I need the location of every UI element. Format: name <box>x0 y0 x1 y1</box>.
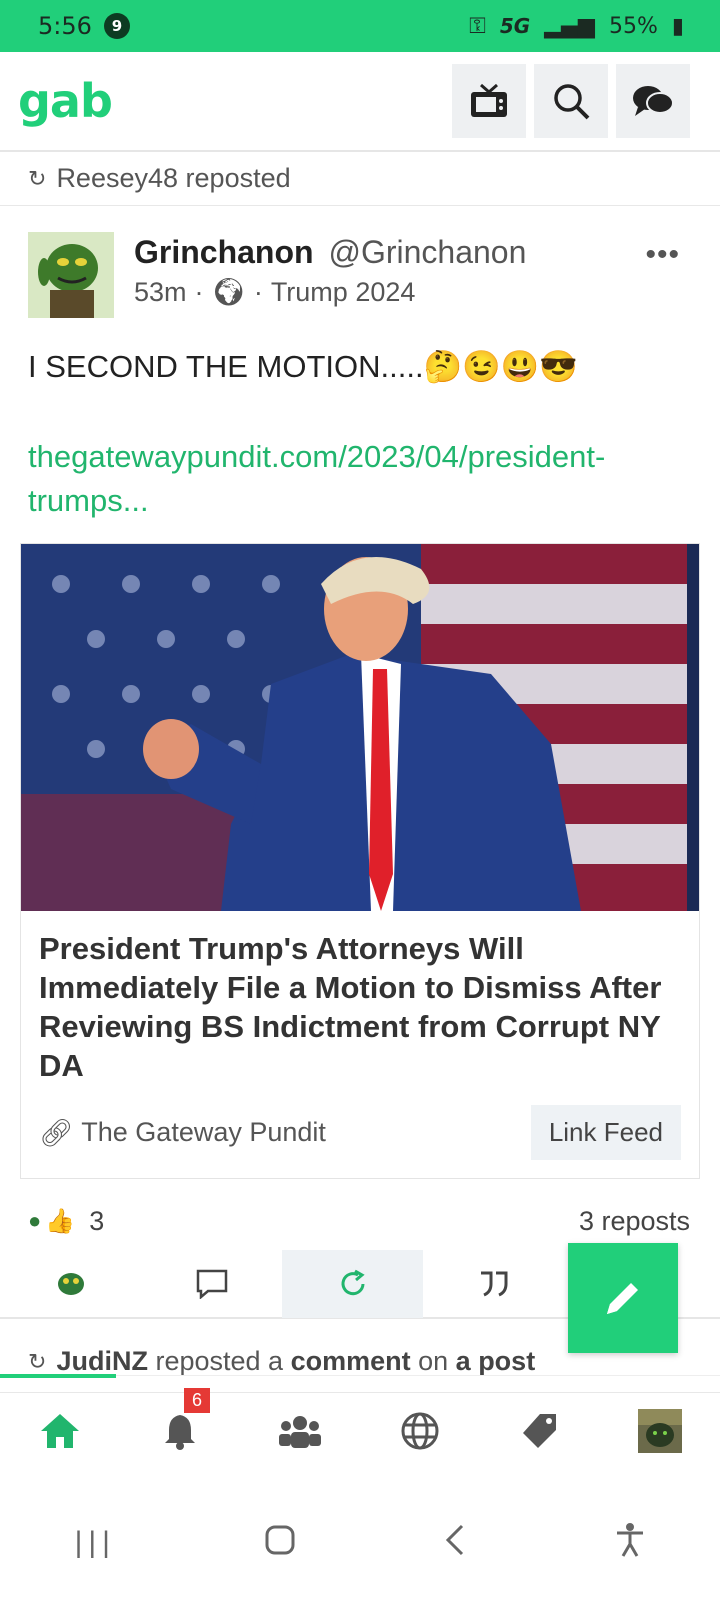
flag-photo-image <box>21 544 687 911</box>
nav-profile[interactable] <box>600 1376 720 1485</box>
group-name[interactable]: Trump 2024 <box>271 277 416 308</box>
separator-dot: · <box>253 276 263 307</box>
separator-dot: · <box>194 276 204 307</box>
user-handle[interactable]: @Grinchanon <box>328 234 526 270</box>
repost-user-2[interactable]: JudiNZ <box>56 1346 148 1377</box>
back-icon[interactable] <box>444 1524 466 1561</box>
tv-button[interactable] <box>452 64 526 138</box>
profile-avatar-image <box>638 1408 682 1453</box>
battery-label: 55% <box>608 13 658 39</box>
avatar[interactable] <box>28 232 114 318</box>
quote-icon <box>480 1271 507 1297</box>
link-preview-card[interactable]: President Trump's Attorneys Will Immedia… <box>20 543 700 1179</box>
repost-text: on <box>418 1346 449 1376</box>
post-link-2[interactable]: a post <box>456 1346 536 1377</box>
repost-icon: ↻ <box>28 165 47 191</box>
repost-user[interactable]: Reesey48 <box>56 163 178 194</box>
reactions-summary[interactable]: ● 👍 3 <box>28 1206 104 1237</box>
globe-icon: 🌍︎ <box>211 277 246 307</box>
quote-button[interactable] <box>423 1250 564 1318</box>
notifications-badge: 6 <box>184 1388 211 1413</box>
accessibility-icon[interactable] <box>615 1522 645 1563</box>
more-options-icon[interactable]: ••• <box>645 238 680 272</box>
home-icon <box>41 1413 79 1448</box>
key-icon: ⚿ <box>469 13 486 39</box>
chat-icon <box>633 86 674 116</box>
chat-button[interactable] <box>616 64 690 138</box>
preview-image[interactable] <box>21 544 699 911</box>
repost-header[interactable]: ↻ Reesey48 reposted <box>0 152 720 206</box>
gab-logo[interactable]: gab <box>18 74 113 128</box>
home-system-icon[interactable] <box>265 1525 295 1560</box>
link-feed-button[interactable]: Link Feed <box>530 1105 681 1160</box>
nav-tags[interactable] <box>480 1376 600 1485</box>
nav-home[interactable] <box>0 1374 120 1485</box>
tv-icon <box>471 83 507 117</box>
repost-icon <box>341 1269 365 1296</box>
bell-icon <box>165 1414 195 1450</box>
grinch-reaction-icon: ● <box>28 1208 42 1233</box>
tags-icon <box>523 1413 556 1448</box>
repost-action: reposted <box>185 163 291 193</box>
pencil-icon <box>607 1283 638 1314</box>
post-link[interactable]: thegatewaypundit.com/2023/04/president-t… <box>0 385 720 523</box>
search-button[interactable] <box>534 64 608 138</box>
reposts-count[interactable]: 3 reposts <box>579 1206 690 1237</box>
status-bar: 5:56 9 ⚿ 5G ▂▄▆ 55% ▮ <box>0 0 720 52</box>
reaction-count: 3 <box>89 1205 105 1236</box>
repost-button[interactable] <box>282 1250 423 1318</box>
repost-icon: ↻ <box>28 1348 47 1374</box>
thumbs-up-icon: 👍 <box>45 1207 76 1235</box>
battery-icon: ▮ <box>671 13 684 39</box>
notification-count-icon: 9 <box>103 13 130 39</box>
repost-text: reposted a <box>155 1346 284 1376</box>
system-navigation: ||| <box>0 1485 720 1600</box>
grinch-react-icon <box>57 1273 84 1295</box>
display-name[interactable]: Grinchanon <box>134 234 314 270</box>
grinch-avatar-image <box>28 232 114 318</box>
post: Grinchanon @Grinchanon 53m · 🌍︎ · Trump … <box>0 206 720 1393</box>
react-button[interactable] <box>0 1250 141 1318</box>
globe-icon <box>401 1412 439 1449</box>
network-label: 5G <box>499 14 531 38</box>
link-icon: 🔗︎ <box>39 1117 74 1148</box>
nav-explore[interactable] <box>360 1376 480 1485</box>
users-icon <box>279 1415 321 1448</box>
post-text: I SECOND THE MOTION.....🤔😉😃😎 <box>28 349 578 384</box>
comment-button[interactable] <box>141 1250 282 1318</box>
comment-icon <box>196 1269 227 1299</box>
post-time[interactable]: 53m <box>134 277 187 308</box>
bottom-navigation: 6 <box>0 1374 720 1485</box>
card-source[interactable]: The Gateway Pundit <box>81 1117 326 1148</box>
app-bar: gab <box>0 52 720 152</box>
search-icon <box>554 84 590 120</box>
signal-icon: ▂▄▆ <box>544 13 595 39</box>
nav-groups[interactable] <box>240 1376 360 1485</box>
status-time: 5:56 <box>38 12 92 40</box>
nav-notifications[interactable]: 6 <box>120 1376 240 1485</box>
recent-apps-icon[interactable]: ||| <box>75 1526 116 1560</box>
comment-link[interactable]: comment <box>291 1346 411 1377</box>
card-title[interactable]: President Trump's Attorneys Will Immedia… <box>39 929 681 1085</box>
compose-button[interactable] <box>568 1243 678 1353</box>
